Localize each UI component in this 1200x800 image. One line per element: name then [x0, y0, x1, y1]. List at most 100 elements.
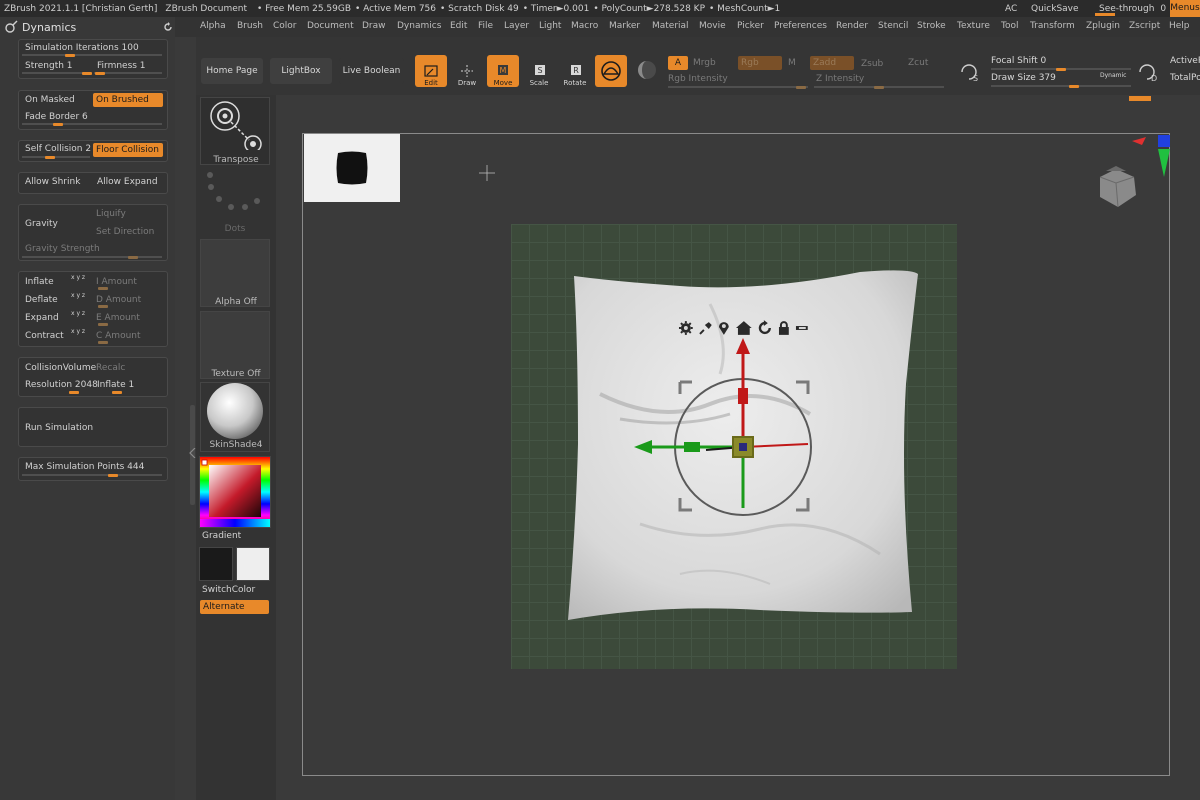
inflate-value-knob[interactable] [112, 390, 122, 394]
menu-help[interactable]: Help [1169, 21, 1190, 31]
rgb-button[interactable]: Rgb [738, 56, 782, 70]
deflate-xyz[interactable]: x y z [71, 292, 85, 299]
switchcolor-button[interactable]: SwitchColor [202, 585, 255, 595]
menu-brush[interactable]: Brush [237, 21, 263, 31]
gravity-strength-slider[interactable]: Gravity Strength [25, 244, 100, 254]
zsub-button[interactable]: Zsub [861, 59, 883, 69]
menus-button[interactable]: Menus [1170, 0, 1200, 17]
i-amount-knob[interactable] [98, 287, 108, 290]
menu-picker[interactable]: Picker [737, 21, 764, 31]
resolution-knob[interactable] [69, 390, 79, 394]
edit-mode-button[interactable]: Edit [415, 55, 447, 87]
liquify-button[interactable]: Liquify [96, 209, 126, 219]
material-sphere-icon[interactable] [636, 59, 658, 81]
z-intensity-knob[interactable] [874, 85, 884, 89]
on-masked-button[interactable]: On Masked [25, 95, 75, 105]
quicksave-button[interactable]: QuickSave [1031, 0, 1079, 17]
fade-border-knob[interactable] [53, 122, 63, 126]
on-brushed-button[interactable]: On Brushed [93, 93, 163, 107]
menu-texture[interactable]: Texture [957, 21, 990, 31]
draw-size-knob[interactable] [1069, 84, 1079, 88]
z-intensity-slider[interactable]: Z Intensity [816, 74, 864, 84]
collision-volume-button[interactable]: CollisionVolume [25, 363, 96, 373]
rotate-mode-button[interactable]: R Rotate [559, 55, 591, 87]
i-amount-slider[interactable]: I Amount [96, 277, 137, 287]
menu-zscript[interactable]: Zscript [1129, 21, 1160, 31]
allow-expand-button[interactable]: Allow Expand [97, 177, 158, 187]
inflate-value-slider[interactable]: Inflate 1 [97, 380, 134, 390]
zadd-button[interactable]: Zadd [810, 56, 854, 70]
e-amount-slider[interactable]: E Amount [96, 313, 140, 323]
scale-mode-button[interactable]: S Scale [523, 55, 555, 87]
dynamic-toggle[interactable]: Dynamic [1100, 72, 1126, 79]
menu-file[interactable]: File [478, 21, 493, 31]
gizmo3d[interactable] [626, 330, 826, 520]
e-amount-knob[interactable] [98, 323, 108, 326]
gizmo-toggle-button[interactable] [595, 55, 627, 87]
gradient-toggle[interactable]: Gradient [202, 531, 241, 541]
firmness-slider[interactable]: Firmness 1 [97, 61, 146, 71]
menu-document[interactable]: Document [307, 21, 354, 31]
inflate-xyz[interactable]: x y z [71, 274, 85, 281]
menu-render[interactable]: Render [836, 21, 868, 31]
contract-xyz[interactable]: x y z [71, 328, 85, 335]
m-button[interactable]: M [788, 58, 796, 68]
menu-movie[interactable]: Movie [699, 21, 726, 31]
menu-macro[interactable]: Macro [571, 21, 598, 31]
contract-button[interactable]: Contract [25, 331, 64, 341]
live-boolean-button[interactable]: Live Boolean [339, 58, 404, 84]
self-collision-slider[interactable]: Self Collision 2 [25, 144, 91, 154]
lightbox-button[interactable]: LightBox [270, 58, 332, 84]
view-cube-icon[interactable] [1092, 165, 1142, 211]
focal-shift-slider[interactable]: Focal Shift 0 [991, 56, 1046, 66]
draw-size-slider[interactable]: Draw Size 379 [991, 73, 1056, 83]
sim-iterations-knob[interactable] [65, 53, 75, 57]
secondary-color-swatch[interactable] [236, 547, 270, 581]
dots-stroke-thumb[interactable]: Dots [200, 167, 270, 235]
d-amount-knob[interactable] [98, 305, 108, 308]
simulation-iterations-slider[interactable]: Simulation Iterations 100 [25, 43, 139, 53]
expand-button[interactable]: Expand [25, 313, 59, 323]
alpha-thumb[interactable]: Alpha Off [200, 239, 270, 307]
mrgb-button[interactable]: Mrgb [693, 58, 716, 68]
menu-layer[interactable]: Layer [504, 21, 529, 31]
menu-light[interactable]: Light [539, 21, 561, 31]
focal-shift-knob[interactable] [1056, 67, 1066, 71]
max-simulation-points-slider[interactable]: Max Simulation Points 444 [25, 462, 144, 472]
floor-collision-button[interactable]: Floor Collision [93, 143, 163, 157]
move-mode-button[interactable]: M Move [487, 55, 519, 87]
fade-border-slider[interactable]: Fade Border 6 [25, 112, 88, 122]
recalc-button[interactable]: Recalc [96, 363, 125, 373]
main-color-swatch[interactable] [199, 547, 233, 581]
expand-xyz[interactable]: x y z [71, 310, 85, 317]
ac-button[interactable]: AC [1005, 0, 1017, 17]
menu-transform[interactable]: Transform [1030, 21, 1075, 31]
dynamics-header[interactable]: Dynamics [0, 17, 175, 37]
home-page-button[interactable]: Home Page [201, 58, 263, 84]
rgb-intensity-slider[interactable]: Rgb Intensity [668, 74, 728, 84]
menu-dynamics[interactable]: Dynamics [397, 21, 441, 31]
strength-knob[interactable] [82, 71, 92, 75]
alternate-button[interactable]: Alternate [200, 600, 269, 614]
d-amount-slider[interactable]: D Amount [96, 295, 141, 305]
focal-shift-icon[interactable]: S [958, 61, 980, 83]
self-collision-knob[interactable] [45, 155, 55, 159]
gravity-button[interactable]: Gravity [25, 219, 58, 229]
menu-zplugin[interactable]: Zplugin [1086, 21, 1120, 31]
menu-edit[interactable]: Edit [450, 21, 467, 31]
color-picker[interactable] [199, 456, 271, 528]
c-amount-knob[interactable] [98, 341, 108, 344]
deflate-button[interactable]: Deflate [25, 295, 58, 305]
allow-shrink-button[interactable]: Allow Shrink [25, 177, 80, 187]
menu-stencil[interactable]: Stencil [878, 21, 908, 31]
menu-draw[interactable]: Draw [362, 21, 386, 31]
menu-preferences[interactable]: Preferences [774, 21, 827, 31]
a-toggle[interactable]: A [668, 56, 688, 70]
material-thumb[interactable]: SkinShade4 [200, 382, 270, 452]
menu-alpha[interactable]: Alpha [200, 21, 226, 31]
menu-material[interactable]: Material [652, 21, 689, 31]
collapse-arrow-icon[interactable] [189, 448, 196, 458]
menu-stroke[interactable]: Stroke [917, 21, 946, 31]
firmness-knob[interactable] [95, 71, 105, 75]
zcut-button[interactable]: Zcut [908, 58, 928, 68]
